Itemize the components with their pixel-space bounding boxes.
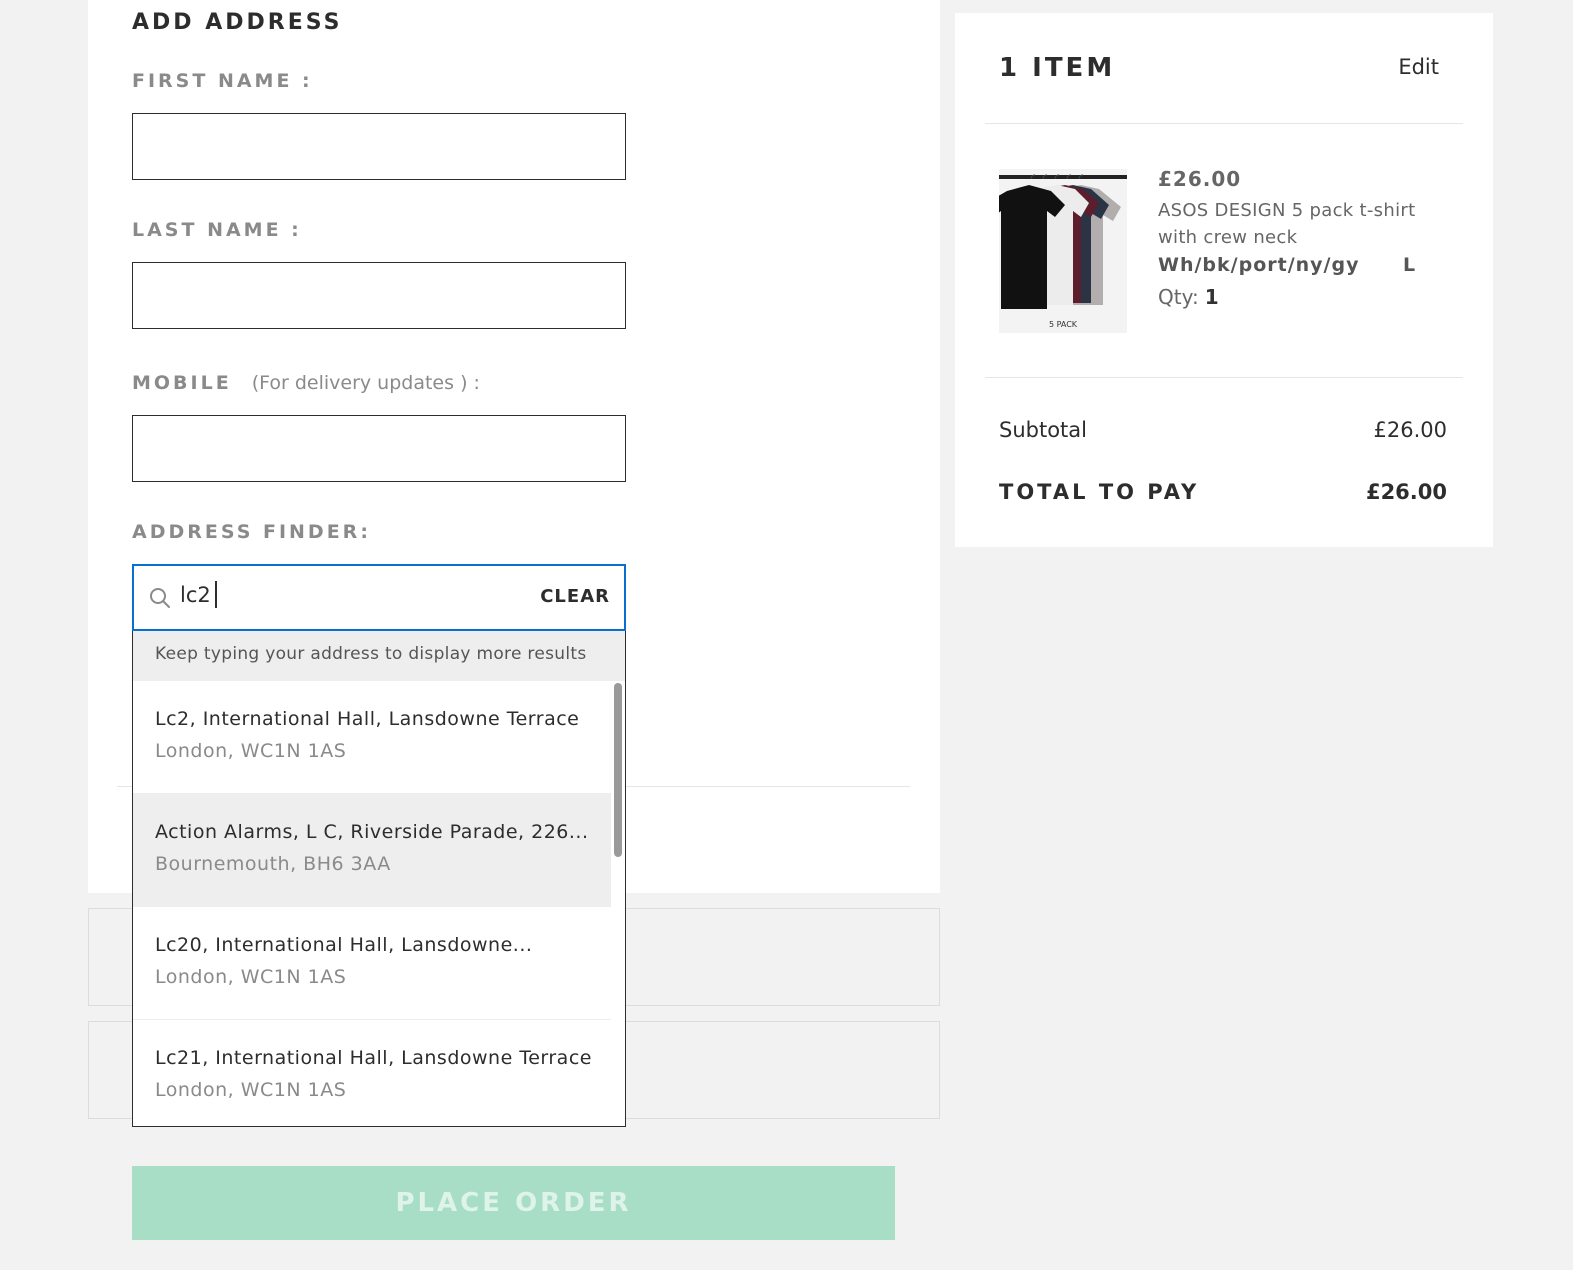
address-query-value: lc2: [180, 583, 211, 607]
address-finder-input[interactable]: lc2 CLEAR: [132, 564, 626, 631]
search-icon: [150, 588, 170, 608]
address-suggestions-dropdown: Keep typing your address to display more…: [132, 631, 626, 1127]
subtotal-value: £26.00: [1373, 418, 1447, 442]
total-label: TOTAL TO PAY: [999, 480, 1200, 504]
mobile-label-group: MOBILE (For delivery updates ) :: [132, 372, 480, 394]
tshirt-pack-image: 5 PACK: [999, 174, 1127, 329]
product-image: 5 PACK: [999, 169, 1127, 333]
summary-divider: [985, 123, 1463, 124]
add-address-heading: ADD ADDRESS: [132, 10, 343, 35]
suggestion-item[interactable]: Action Alarms, L C, Riverside Parade, 22…: [133, 794, 611, 907]
scrollbar-thumb[interactable]: [614, 683, 622, 857]
qty-value: 1: [1204, 285, 1219, 309]
first-name-label: FIRST NAME :: [132, 70, 313, 92]
address-finder-label: ADDRESS FINDER:: [132, 521, 371, 543]
subtotal-label: Subtotal: [999, 418, 1087, 442]
address-query-text[interactable]: lc2: [180, 580, 217, 608]
suggestion-item[interactable]: Lc2, International Hall, Lansdowne Terra…: [133, 681, 611, 794]
mobile-label: MOBILE: [132, 372, 232, 394]
mobile-field[interactable]: [132, 415, 626, 482]
suggestion-line1: Lc21, International Hall, Lansdowne Terr…: [155, 1047, 592, 1069]
mobile-hint: (For delivery updates ) :: [251, 372, 480, 394]
suggestion-item[interactable]: Lc21, International Hall, Lansdowne Terr…: [133, 1020, 611, 1126]
suggestion-line2: Bournemouth, BH6 3AA: [155, 853, 391, 875]
product-size: L: [1403, 254, 1416, 276]
first-name-field[interactable]: [132, 113, 626, 180]
keep-typing-tip: Keep typing your address to display more…: [133, 631, 625, 681]
clear-button[interactable]: CLEAR: [540, 586, 610, 607]
item-count: 1 ITEM: [999, 53, 1116, 83]
suggestion-line2: London, WC1N 1AS: [155, 740, 347, 762]
pack-caption: 5 PACK: [1049, 320, 1078, 329]
place-order-button[interactable]: PLACE ORDER: [132, 1166, 895, 1240]
product-qty: Qty: 1: [1158, 285, 1219, 309]
summary-divider: [985, 377, 1463, 378]
total-value: £26.00: [1365, 480, 1447, 504]
qty-label: Qty:: [1158, 285, 1199, 309]
last-name-label: LAST NAME :: [132, 219, 302, 241]
suggestion-line1: Lc20, International Hall, Lansdowne...: [155, 934, 533, 956]
product-name[interactable]: ASOS DESIGN 5 pack t-shirt with crew nec…: [1158, 197, 1448, 251]
product-price: £26.00: [1158, 167, 1242, 191]
suggestion-line1: Lc2, International Hall, Lansdowne Terra…: [155, 708, 580, 730]
last-name-field[interactable]: [132, 262, 626, 329]
edit-link[interactable]: Edit: [1398, 55, 1439, 79]
suggestion-line2: London, WC1N 1AS: [155, 1079, 347, 1101]
suggestion-line1: Action Alarms, L C, Riverside Parade, 22…: [155, 821, 589, 843]
suggestion-item[interactable]: Lc20, International Hall, Lansdowne... L…: [133, 907, 611, 1020]
suggestion-list: Lc2, International Hall, Lansdowne Terra…: [133, 681, 625, 1126]
dropdown-scrollbar[interactable]: [613, 683, 623, 1125]
text-caret: [214, 580, 217, 608]
order-summary: 1 ITEM Edit 5 PACK £26.00 ASOS DESIGN 5 …: [955, 13, 1493, 547]
product-variant: Wh/bk/port/ny/gy: [1158, 254, 1360, 276]
suggestion-line2: London, WC1N 1AS: [155, 966, 347, 988]
